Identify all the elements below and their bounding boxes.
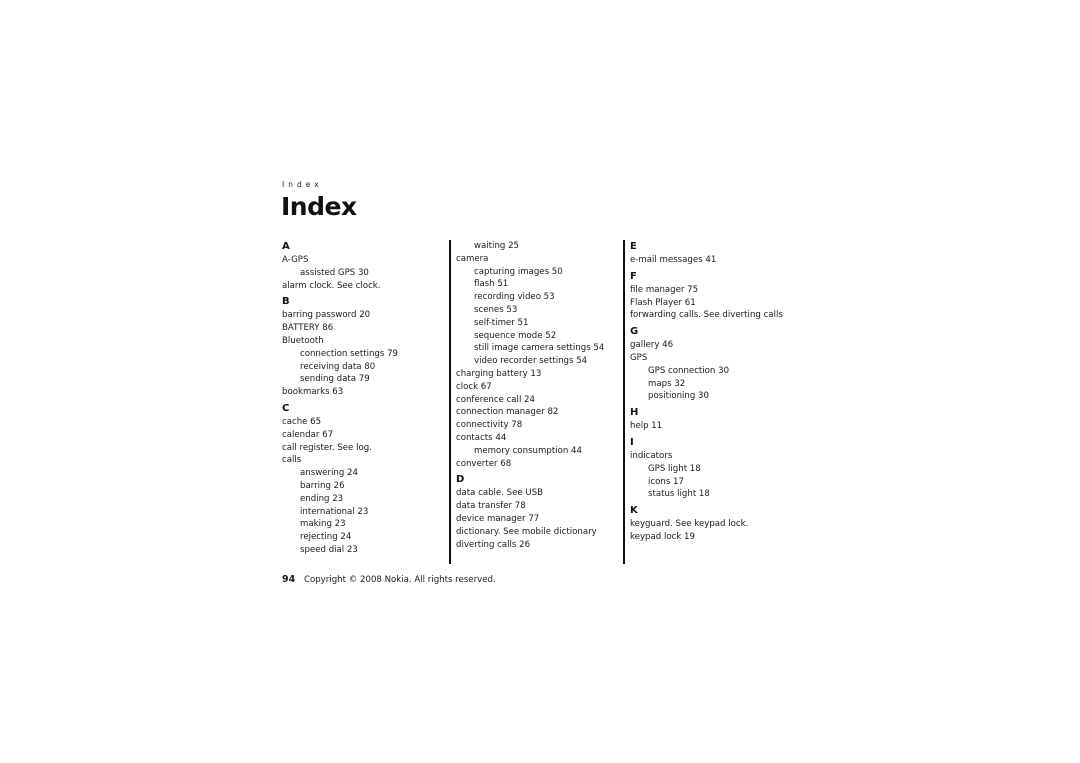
- index-entry: A-GPS: [282, 255, 309, 265]
- index-subentry: GPS light 18: [648, 463, 701, 474]
- index-subentry: connection settings 79: [300, 348, 399, 359]
- column-divider: [623, 240, 625, 564]
- index-letter-heading: H: [630, 407, 639, 419]
- index-subentry: answering 24: [300, 468, 358, 479]
- index-entry: camera: [456, 253, 489, 264]
- index-subentry: flash 51: [474, 279, 509, 290]
- page-footer: 94 Copyright © 2008 Nokia. All rights re…: [282, 574, 496, 585]
- index-entry: Flash Player 61: [630, 297, 696, 308]
- index-entry: barring password 20: [282, 310, 371, 321]
- index-letter-heading: I: [630, 436, 634, 448]
- index-letter-heading: A: [282, 241, 290, 252]
- index-entry: connection manager 82: [456, 407, 559, 418]
- index-subentry: sequence mode 52: [474, 330, 557, 341]
- index-entry: data transfer 78: [456, 501, 526, 512]
- index-subentry: sending data 79: [300, 374, 370, 385]
- index-subentry: self-timer 51: [474, 317, 529, 328]
- index-subentry: memory consumption 44: [474, 445, 582, 456]
- index-entry: conference call 24: [456, 394, 535, 405]
- index-entry: keypad lock 19: [630, 531, 695, 542]
- index-entry: indicators: [630, 450, 673, 461]
- index-entry: file manager 75: [630, 284, 699, 295]
- index-subentry: GPS connection 30: [648, 365, 730, 376]
- index-subentry: receiving data 80: [300, 361, 376, 372]
- copyright-notice: Copyright © 2008 Nokia. All rights reser…: [303, 575, 496, 585]
- index-subentry: rejecting 24: [300, 532, 352, 543]
- index-letter-heading: B: [282, 296, 290, 308]
- index-subentry: scenes 53: [474, 304, 518, 315]
- index-subentry: making 23: [300, 519, 346, 530]
- index-entry: alarm clock. See clock.: [282, 280, 381, 291]
- index-entry: calls: [282, 455, 302, 466]
- index-entry: keyguard. See keypad lock.: [630, 519, 749, 530]
- index-entry: converter 68: [456, 458, 512, 469]
- index-entry: call register. See log.: [282, 442, 372, 453]
- index-entry: contacts 44: [456, 432, 507, 443]
- index-subentry: barring 26: [300, 480, 345, 491]
- index-entry: help 11: [630, 421, 663, 432]
- index-entry: connectivity 78: [456, 420, 523, 431]
- index-subentry: icons 17: [648, 476, 684, 487]
- index-column-3: Ee-mail messages 41 Ffile manager 75 Flash…: [630, 240, 800, 544]
- index-entry: forwarding calls. See diverting calls: [630, 310, 783, 321]
- index-letter-heading: E: [630, 241, 637, 252]
- index-entry: data cable. See USB: [456, 488, 544, 499]
- index-letter-heading: C: [282, 402, 290, 414]
- column-divider: [449, 240, 451, 564]
- index-subentry: positioning 30: [648, 391, 709, 402]
- index-subentry: still image camera settings 54: [474, 343, 605, 354]
- index-subentry: capturing images 50: [474, 266, 563, 277]
- index-subentry: speed dial 23: [300, 544, 358, 555]
- index-subentry: ending 23: [300, 493, 344, 504]
- index-subentry: status light 18: [648, 489, 710, 500]
- index-letter-heading: K: [630, 505, 638, 517]
- index-entry: clock 67: [456, 381, 492, 392]
- index-subentry: international 23: [300, 506, 369, 517]
- index-letter-heading: G: [630, 326, 639, 338]
- index-subentry: assisted GPS 30: [300, 267, 369, 278]
- index-entry: Bluetooth: [282, 335, 324, 346]
- index-subentry: waiting 25: [474, 241, 520, 251]
- index-letter-heading: F: [630, 270, 637, 282]
- index-entry: BATTERY 86: [282, 323, 334, 334]
- running-head: Index: [282, 180, 323, 189]
- page-title: Index: [281, 192, 357, 221]
- index-entry: charging battery 13: [456, 368, 542, 379]
- index-entry: dictionary. See mobile dictionary: [456, 526, 597, 537]
- index-entry: gallery 46: [630, 340, 674, 351]
- index-entry: GPS: [630, 352, 648, 363]
- index-entry: device manager 77: [456, 513, 540, 524]
- index-subentry: maps 32: [648, 378, 686, 389]
- index-subentry: recording video 53: [474, 292, 555, 303]
- index-entry: diverting calls 26: [456, 539, 531, 550]
- page-number: 94: [282, 574, 296, 585]
- index-entry: e-mail messages 41: [630, 255, 717, 265]
- index-entry: cache 65: [282, 416, 322, 427]
- index-column-2: waiting 25 camera capturing images 50 flash…: [456, 240, 621, 551]
- index-entry: bookmarks 63: [282, 387, 344, 398]
- index-column-1: A A-GPS assisted GPS 30 alarm clock. See cl…: [282, 240, 447, 557]
- index-entry: calendar 67: [282, 429, 334, 440]
- index-letter-heading: D: [456, 474, 465, 486]
- index-subentry: video recorder settings 54: [474, 356, 588, 367]
